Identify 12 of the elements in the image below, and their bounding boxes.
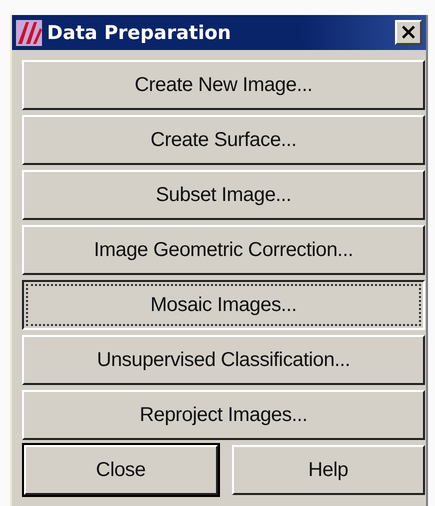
dialog-button[interactable]: Close: [24, 445, 218, 495]
close-button[interactable]: ×: [395, 20, 422, 45]
action-button[interactable]: Mosaic Images...: [22, 280, 425, 330]
dialog-button[interactable]: Help: [232, 445, 425, 495]
action-button[interactable]: Create New Image...: [22, 60, 425, 110]
action-button[interactable]: Image Geometric Correction...: [22, 225, 425, 275]
action-button[interactable]: Unsupervised Classification...: [22, 335, 425, 385]
app-logo-icon: [16, 20, 42, 46]
action-button[interactable]: Subset Image...: [22, 170, 425, 220]
action-button[interactable]: Create Surface...: [22, 115, 425, 165]
window-title: Data Preparation: [47, 22, 232, 44]
action-button[interactable]: Reproject Images...: [22, 390, 425, 440]
